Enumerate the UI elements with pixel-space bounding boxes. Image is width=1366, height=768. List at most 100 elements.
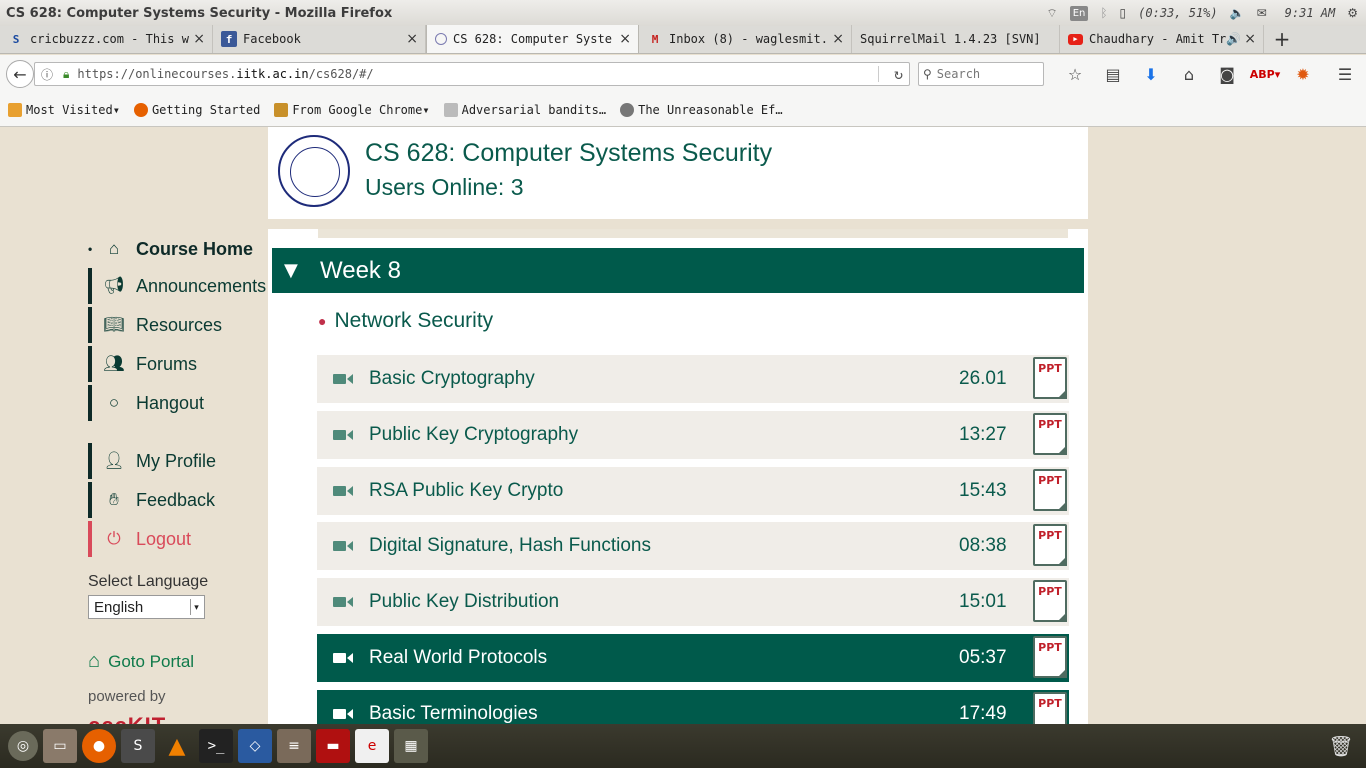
lecture-row[interactable]: Real World Protocols 05:37 PPT: [317, 634, 1069, 682]
sidebar-item-label: Forums: [136, 353, 198, 374]
menu-icon[interactable]: ☰: [1326, 65, 1364, 84]
folder-icon: [274, 102, 289, 117]
close-tab-icon[interactable]: ×: [1244, 31, 1256, 47]
sidebar-item-feedback[interactable]: ✋︎ Feedback: [88, 482, 268, 518]
firefox-icon[interactable]: ●: [82, 729, 116, 763]
lecture-row[interactable]: Basic Terminologies 17:49 PPT: [317, 690, 1069, 724]
lock-icon[interactable]: 🔒︎: [63, 67, 69, 82]
settings-icon[interactable]: ≡: [277, 729, 311, 763]
reading-list-icon[interactable]: ▤: [1094, 65, 1132, 84]
close-tab-icon[interactable]: ×: [832, 31, 844, 47]
info-icon[interactable]: ⓘ: [41, 66, 57, 83]
bookmark-most-visited[interactable]: Most Visited ▾: [8, 102, 120, 117]
ppt-download-icon[interactable]: PPT: [1033, 692, 1067, 724]
ppt-download-icon[interactable]: PPT: [1033, 636, 1067, 678]
mail-indicator-icon[interactable]: ✉: [1257, 6, 1267, 20]
search-input[interactable]: ⚲ Search: [918, 62, 1044, 86]
close-tab-icon[interactable]: ×: [406, 31, 418, 47]
workspace-switcher-icon[interactable]: ▦: [394, 729, 428, 763]
sidebar-item-hangout[interactable]: ○ Hangout: [88, 385, 268, 421]
sidebar-item-announcements[interactable]: 📢︎ Announcements: [88, 268, 268, 304]
ppt-download-icon[interactable]: PPT: [1033, 580, 1067, 622]
clock[interactable]: 9:31 AM: [1285, 6, 1336, 20]
pocket-icon[interactable]: ◙: [1208, 65, 1246, 84]
iitk-logo: [278, 135, 350, 207]
lecture-row[interactable]: Public Key Cryptography 13:27 PPT: [317, 411, 1069, 459]
ppt-download-icon[interactable]: PPT: [1033, 413, 1067, 455]
bookmark-from-google-chrome[interactable]: From Google Chrome ▾: [274, 102, 430, 117]
battery-status: (0:33, 51%): [1138, 6, 1218, 20]
new-tab-button[interactable]: +: [1264, 25, 1300, 53]
sidebar-item-logout[interactable]: ⏻ Logout: [88, 521, 268, 557]
close-tab-icon[interactable]: ×: [619, 31, 631, 47]
volume-icon[interactable]: 🔈: [1230, 6, 1245, 20]
globe-icon: [620, 102, 635, 117]
lecture-row[interactable]: Basic Cryptography 26.01 PPT: [317, 355, 1069, 403]
book-icon: 📖︎: [103, 315, 125, 334]
goto-portal-link[interactable]: ⌂ Goto Portal: [88, 650, 194, 673]
ubuntu-launcher-icon[interactable]: ◎: [8, 731, 38, 761]
terminal-icon[interactable]: >_: [199, 729, 233, 763]
lecture-row[interactable]: Public Key Distribution 15:01 PPT: [317, 578, 1069, 626]
tab-gmail[interactable]: M Inbox (8) - waglesmit. ×: [639, 25, 852, 53]
battery-icon[interactable]: ▯: [1120, 6, 1127, 20]
tab-course[interactable]: CS 628: Computer Syste ×: [426, 25, 639, 53]
lecture-row[interactable]: Digital Signature, Hash Functions 08:38 PP…: [317, 522, 1069, 570]
video-camera-icon: [317, 484, 369, 498]
file-manager-icon[interactable]: ▭: [43, 729, 77, 763]
url-bar[interactable]: ⓘ 🔒︎ https://onlinecourses. iitk.ac.in/cs…: [34, 62, 910, 86]
tab-squirrelmail[interactable]: SquirrelMail 1.4.23 [SVN]: [852, 25, 1060, 53]
sidebar-item-resources[interactable]: 📖︎ Resources: [88, 307, 268, 343]
sidebar-item-label: Hangout: [136, 392, 205, 413]
adblock-icon[interactable]: ABP▾: [1246, 68, 1284, 81]
language-select[interactable]: English ▾: [88, 595, 205, 619]
tab-youtube[interactable]: ▶ Chaudhary - Amit Tr 🔊 ×: [1060, 25, 1264, 53]
video-camera-icon: [317, 428, 369, 442]
reload-icon[interactable]: ↻: [894, 65, 903, 83]
week-header[interactable]: ▼ Week 8: [272, 248, 1084, 293]
bookmark-getting-started[interactable]: Getting Started: [133, 102, 260, 117]
bluetooth-icon[interactable]: ᛒ: [1100, 6, 1107, 20]
lecture-row[interactable]: RSA Public Key Crypto 15:43 PPT: [317, 467, 1069, 515]
sidebar-item-my-profile[interactable]: 👤︎ My Profile: [88, 443, 268, 479]
ppt-download-icon[interactable]: PPT: [1033, 524, 1067, 566]
sidebar-item-label: Course Home: [136, 238, 254, 259]
tab-cricbuzz[interactable]: S cricbuzzz.com - This w ×: [0, 25, 213, 53]
hand-icon: ✋︎: [109, 490, 119, 509]
bookmark-star-icon[interactable]: ☆: [1056, 65, 1094, 84]
bookmark-unreasonable[interactable]: The Unreasonable Ef…: [620, 102, 783, 117]
sidebar-item-course-home[interactable]: • ⌂ Course Home: [88, 231, 268, 267]
tab-label: SquirrelMail 1.4.23 [SVN]: [860, 32, 1041, 46]
sublime-icon[interactable]: S: [121, 729, 155, 763]
bookmark-label: The Unreasonable Ef…: [638, 102, 783, 117]
tab-facebook[interactable]: f Facebook ×: [213, 25, 426, 53]
extension-icon[interactable]: ✹: [1284, 65, 1322, 84]
chevron-down-icon: ▾: [422, 102, 430, 117]
speaker-icon[interactable]: 🔊: [1226, 32, 1241, 46]
virtualbox-icon[interactable]: ◇: [238, 729, 272, 763]
folder-icon: [8, 102, 22, 117]
document-viewer-icon[interactable]: e: [355, 729, 389, 763]
search-icon: ⚲: [923, 67, 932, 81]
downloads-icon[interactable]: ⬇: [1132, 65, 1170, 84]
collapse-triangle-icon[interactable]: ▼: [284, 260, 320, 281]
home-icon[interactable]: ⌂: [1170, 65, 1208, 84]
bookmark-adversarial-bandits[interactable]: Adversarial bandits…: [443, 102, 606, 117]
sidebar-item-label: Announcements: [136, 275, 267, 296]
vlc-icon[interactable]: ▲: [160, 729, 194, 763]
close-tab-icon[interactable]: ×: [193, 31, 205, 47]
topic-heading: ● Network Security: [318, 309, 493, 333]
sidebar-item-forums[interactable]: 👥︎ Forums: [88, 346, 268, 382]
taskbar: ◎ ▭ ● S ▲ >_ ◇ ≡ ▬ e ▦ 🗑︎: [0, 724, 1366, 768]
youtube-icon: ▶: [1068, 33, 1083, 45]
lecture-title: RSA Public Key Crypto: [369, 480, 564, 501]
keyboard-language-indicator[interactable]: En: [1069, 5, 1089, 21]
facebook-icon: f: [221, 31, 237, 47]
settings-gear-icon[interactable]: ⚙: [1347, 6, 1358, 20]
ppt-download-icon[interactable]: PPT: [1033, 357, 1067, 399]
wifi-icon[interactable]: ⌔: [1046, 6, 1057, 21]
trash-icon[interactable]: 🗑︎: [1324, 729, 1358, 763]
screen-recorder-icon[interactable]: ▬: [316, 729, 350, 763]
ppt-download-icon[interactable]: PPT: [1033, 469, 1067, 511]
back-button[interactable]: ←: [6, 60, 34, 88]
